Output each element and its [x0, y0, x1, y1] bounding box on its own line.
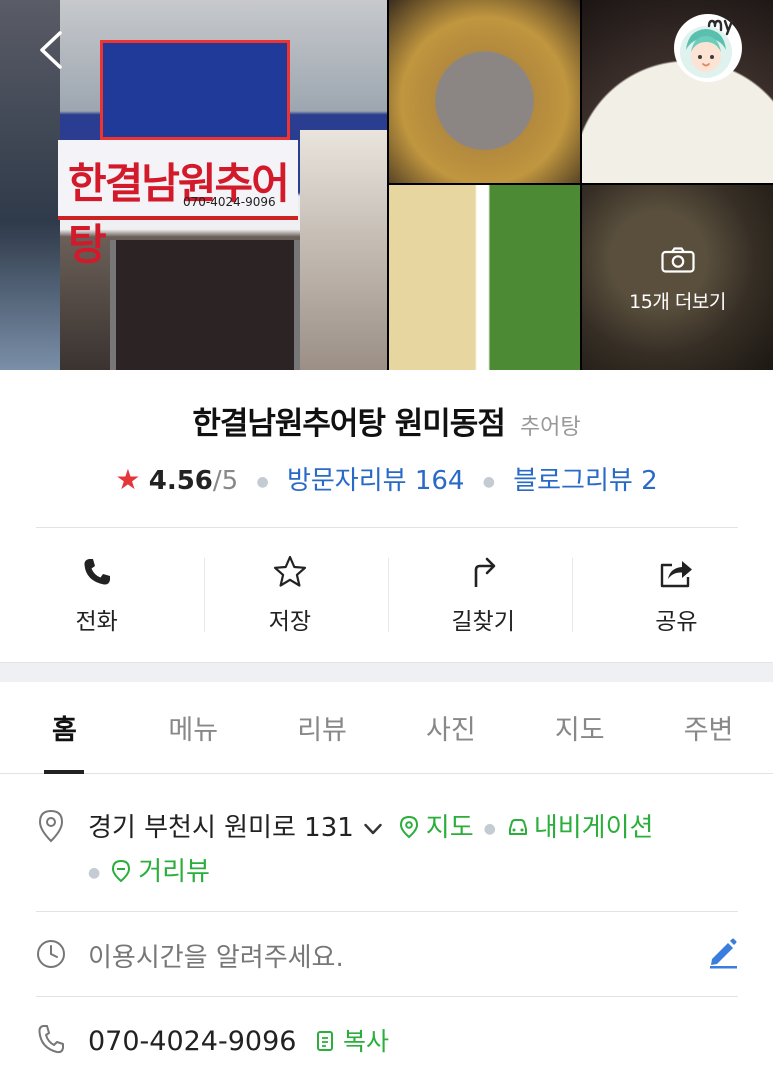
- navigation-link-label: 내비게이션: [533, 813, 654, 843]
- store-sign-phone: 070-4024-9096: [183, 195, 276, 209]
- streetview-icon: [112, 859, 131, 883]
- tab-bar: 홈 메뉴 리뷰 사진 지도 주변: [0, 682, 773, 774]
- blog-reviews-link[interactable]: 블로그리뷰 2: [513, 466, 657, 496]
- call-button[interactable]: 전화: [0, 528, 193, 662]
- tab-nearby[interactable]: 주변: [644, 682, 773, 773]
- separator-dot: ●: [88, 864, 101, 881]
- copy-icon: [317, 1031, 334, 1051]
- section-band: [0, 662, 773, 682]
- chevron-down-icon[interactable]: [364, 823, 382, 835]
- separator-dot: ●: [482, 473, 495, 490]
- visitor-reviews-link[interactable]: 방문자리뷰 164: [287, 466, 465, 496]
- save-button[interactable]: 저장: [193, 528, 386, 662]
- photo-detail: [110, 240, 300, 370]
- title-row: 한결남원추어탕 원미동점 추어탕: [0, 398, 773, 443]
- address-row: 경기 부천시 원미로 131 지도 ● 내비게이션 ● 거리뷰: [36, 807, 738, 887]
- share-icon: [658, 554, 694, 590]
- action-separator: [204, 558, 205, 632]
- phone-row: 070-4024-9096 복사: [36, 1022, 738, 1060]
- tab-map[interactable]: 지도: [515, 682, 644, 773]
- phone-number-text[interactable]: 070-4024-9096: [88, 1026, 296, 1057]
- car-icon: [508, 819, 527, 835]
- chevron-left-icon[interactable]: [34, 30, 68, 70]
- rating-score: 4.56: [148, 466, 213, 496]
- hours-prompt: 이용시간을 알려주세요.: [88, 943, 344, 973]
- my-avatar-icon[interactable]: [672, 12, 744, 84]
- place-name: 한결남원추어탕 원미동점: [192, 406, 506, 442]
- tab-reviews[interactable]: 리뷰: [258, 682, 387, 773]
- map-pin-icon: [399, 815, 418, 839]
- map-link[interactable]: 지도: [398, 813, 474, 843]
- phone-outline-icon: [38, 1025, 64, 1054]
- hours-row: 이용시간을 알려주세요.: [36, 937, 738, 973]
- food-photo[interactable]: [389, 185, 580, 370]
- copy-label: 복사: [343, 1027, 390, 1056]
- navigation-link[interactable]: 내비게이션: [506, 813, 654, 843]
- pencil-icon[interactable]: [708, 937, 738, 969]
- more-photos-button[interactable]: 15개 더보기: [582, 185, 773, 370]
- turn-arrow-icon: [465, 554, 501, 590]
- star-outline-icon: [272, 554, 308, 590]
- camera-icon: [660, 247, 695, 273]
- tab-menu[interactable]: 메뉴: [129, 682, 258, 773]
- streetview-link-label: 거리뷰: [138, 857, 210, 887]
- address-text: 경기 부천시 원미로 131: [88, 813, 354, 843]
- rating-max: /5: [212, 466, 239, 496]
- copy-button[interactable]: 복사: [315, 1027, 389, 1056]
- share-button[interactable]: 공유: [580, 528, 773, 662]
- clock-icon: [37, 940, 65, 968]
- address-line-2: ● 거리뷰: [88, 851, 210, 888]
- rating-row: ★ 4.56/5 ● 방문자리뷰 164 ● 블로그리뷰 2: [0, 460, 773, 497]
- address-line: 경기 부천시 원미로 131 지도 ● 내비게이션: [88, 807, 653, 844]
- place-category: 추어탕: [519, 415, 581, 440]
- more-photos-label: 15개 더보기: [629, 291, 726, 313]
- photo-gallery: 한결남원추어탕 070-4024-9096 15개 더보기: [0, 0, 773, 370]
- food-photo[interactable]: [389, 0, 580, 183]
- rating-star-icon: ★: [115, 463, 141, 496]
- divider: [36, 996, 738, 997]
- save-label: 저장: [268, 609, 312, 635]
- phone-icon: [79, 554, 115, 590]
- tab-home[interactable]: 홈: [0, 682, 129, 773]
- store-sign: 한결남원추어탕 070-4024-9096: [58, 140, 298, 269]
- action-separator: [388, 558, 389, 632]
- photo-detail: [300, 130, 387, 370]
- action-bar: 전화 저장 길찾기 공유: [0, 528, 773, 662]
- streetview-link[interactable]: 거리뷰: [110, 857, 210, 887]
- directions-button[interactable]: 길찾기: [387, 528, 580, 662]
- separator-dot: ●: [256, 473, 269, 490]
- photo-detail: [100, 40, 290, 140]
- tab-photos[interactable]: 사진: [386, 682, 515, 773]
- share-label: 공유: [655, 609, 698, 635]
- directions-label: 길찾기: [451, 609, 515, 635]
- map-link-label: 지도: [425, 813, 474, 843]
- phone-number: 070-4024-9096 복사: [88, 1022, 389, 1058]
- call-label: 전화: [75, 609, 118, 635]
- action-separator: [572, 558, 573, 632]
- divider: [36, 911, 738, 912]
- separator-dot: ●: [483, 820, 496, 837]
- location-pin-icon: [38, 809, 64, 843]
